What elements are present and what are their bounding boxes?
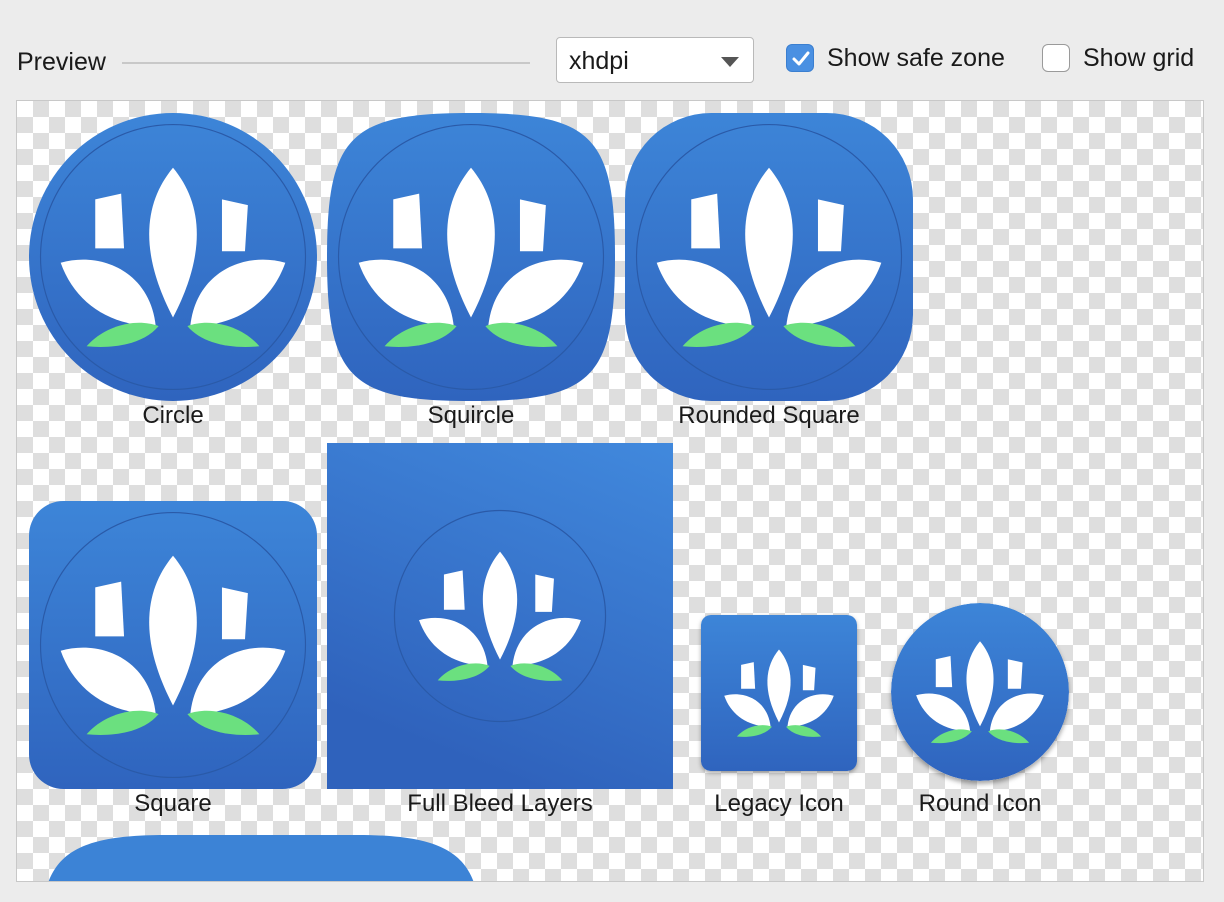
caption-legacy-icon: Legacy Icon <box>714 790 844 817</box>
caption-rounded-square: Rounded Square <box>678 402 860 429</box>
preview-label: Preview <box>17 48 106 76</box>
full-bleed-icon-preview <box>327 443 673 789</box>
caption-round-icon: Round Icon <box>918 790 1042 817</box>
caption-squircle: Squircle <box>427 402 515 429</box>
preview-divider <box>122 62 530 64</box>
icon-preview-panel: Preview xhdpi Show safe zone Show grid C… <box>0 0 1224 902</box>
cropped-icon-preview <box>45 833 477 881</box>
caption-full-bleed: Full Bleed Layers <box>407 790 593 817</box>
caption-square: Square <box>134 790 212 817</box>
show-grid-label[interactable]: Show grid <box>1083 44 1194 73</box>
caption-circle: Circle <box>142 402 204 429</box>
round-icon-preview <box>891 603 1069 781</box>
show-safe-zone-label[interactable]: Show safe zone <box>827 44 1005 73</box>
show-safe-zone-checkbox[interactable] <box>786 44 814 72</box>
density-select-value: xhdpi <box>569 47 629 75</box>
legacy-icon-preview <box>701 615 857 771</box>
squircle-icon-preview <box>327 113 615 401</box>
checkmark-icon <box>792 51 810 66</box>
chevron-down-icon <box>721 57 739 67</box>
show-grid-checkbox[interactable] <box>1042 44 1070 72</box>
preview-canvas: Circle Squircle Rounded Square Square Fu… <box>16 100 1204 882</box>
square-icon-preview <box>29 501 317 789</box>
density-select[interactable]: xhdpi <box>556 37 754 83</box>
circle-icon-preview <box>29 113 317 401</box>
rounded-square-icon-preview <box>625 113 913 401</box>
